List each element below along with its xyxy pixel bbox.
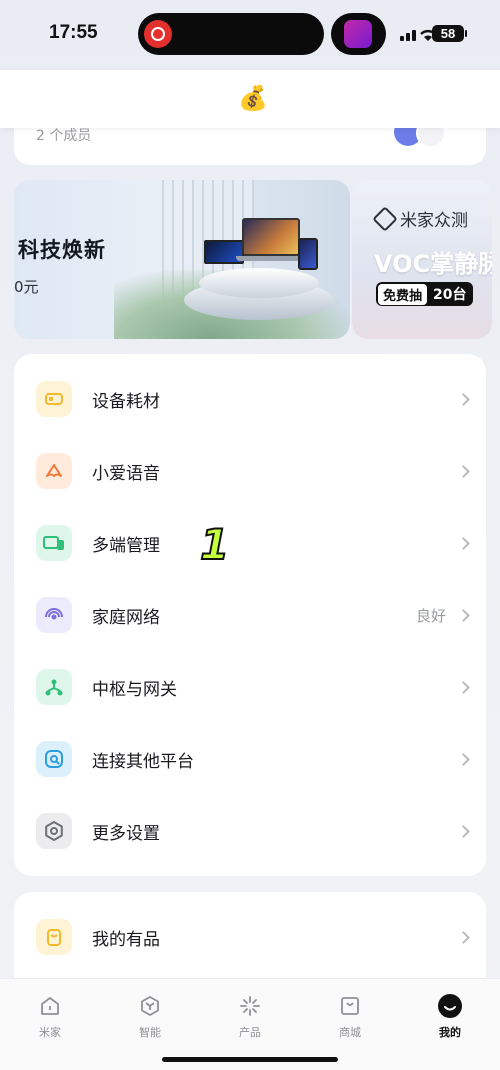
dynamic-island	[138, 13, 324, 55]
settings-row-hub-gateway[interactable]: 中枢与网关	[14, 651, 486, 723]
home-icon	[37, 993, 63, 1019]
family-member-count: 2 个成员	[36, 128, 92, 144]
settings-row-label: 我的有品	[92, 929, 160, 950]
tab-label: 产品	[239, 1026, 261, 1039]
settings-row-label: 更多设置	[92, 823, 160, 844]
settings-row-home-network[interactable]: 家庭网络 良好	[14, 579, 486, 651]
crowdtest-tag: 免费抽 20台	[376, 282, 473, 306]
top-header: 💰	[0, 70, 500, 128]
youpin-icon	[36, 919, 72, 955]
money-bag-icon[interactable]: 💰	[238, 84, 268, 112]
banner-title: 科技焕新	[18, 238, 106, 262]
chevron-right-icon	[457, 930, 470, 944]
settings-row-label: 设备耗材	[92, 391, 160, 412]
crowdtest-tag-count: 20台	[433, 287, 467, 303]
home-indicator[interactable]	[162, 1057, 338, 1062]
home-network-icon	[36, 597, 72, 633]
settings-row-youpin[interactable]: 我的有品	[14, 901, 486, 973]
laptop-image	[242, 218, 300, 256]
chevron-right-icon	[457, 464, 470, 478]
xiaoai-voice-icon	[36, 453, 72, 489]
connect-platform-icon	[36, 741, 72, 777]
battery-indicator: 58	[432, 25, 467, 42]
chevron-right-icon	[457, 536, 470, 550]
product-icon	[237, 993, 263, 1019]
settings-row-xiaoai[interactable]: 小爱语音	[14, 435, 486, 507]
network-status-value: 良好	[415, 606, 446, 625]
status-time: 17:55	[49, 22, 98, 43]
mijia-crowdtest-logo: 米家众测	[372, 205, 468, 232]
multi-device-icon	[36, 525, 72, 561]
status-bar: 17:55 58	[0, 0, 500, 70]
mall-icon	[337, 993, 363, 1019]
tab-label: 商城	[339, 1026, 361, 1039]
tab-label: 智能	[139, 1026, 161, 1039]
tab-mall[interactable]: 商城	[315, 993, 385, 1040]
crowdtest-logo-text: 米家众测	[400, 211, 468, 231]
promo-banner-tech-renew[interactable]: 科技焕新 0元	[14, 180, 350, 339]
chevron-right-icon	[457, 608, 470, 622]
mijia-logo-icon	[372, 205, 398, 232]
app-live-activity-icon	[344, 20, 372, 48]
more-settings-icon	[36, 813, 72, 849]
settings-row-more[interactable]: 更多设置	[14, 795, 486, 867]
laptop-base-image	[236, 256, 306, 261]
tab-product[interactable]: 产品	[215, 993, 285, 1040]
tab-profile[interactable]: 我的	[415, 993, 485, 1040]
crowdtest-title: VOC掌静脉	[374, 250, 492, 278]
settings-row-label: 中枢与网关	[92, 679, 177, 700]
banner-subtitle: 0元	[14, 278, 39, 296]
promo-banner-crowdtest[interactable]: 米家众测 VOC掌静脉 免费抽 20台	[352, 180, 492, 339]
settings-row-label: 小爱语音	[92, 463, 160, 484]
tab-label: 我的	[439, 1026, 461, 1039]
tablet-image	[298, 238, 318, 270]
overlay-number-mark: 1	[199, 519, 230, 570]
chevron-right-icon	[457, 824, 470, 838]
settings-row-label: 多端管理	[92, 535, 160, 556]
settings-row-consumables[interactable]: 设备耗材	[14, 363, 486, 435]
dynamic-island-app	[331, 13, 386, 55]
hub-gateway-icon	[36, 669, 72, 705]
banner-stage-top	[199, 268, 319, 298]
profile-icon	[437, 993, 463, 1019]
chevron-right-icon	[457, 752, 470, 766]
tab-label: 米家	[39, 1026, 61, 1039]
settings-row-connect-platform[interactable]: 连接其他平台	[14, 723, 486, 795]
settings-row-label: 连接其他平台	[92, 751, 194, 772]
crowdtest-tag-free: 免费抽	[378, 283, 428, 305]
chevron-right-icon	[457, 680, 470, 694]
tab-home[interactable]: 米家	[15, 993, 85, 1040]
consumables-icon	[36, 381, 72, 417]
netease-music-icon	[144, 20, 172, 48]
settings-row-multi-device[interactable]: 多端管理	[14, 507, 486, 579]
products-card: 我的有品	[14, 892, 486, 992]
tab-smart[interactable]: 智能	[115, 993, 185, 1040]
settings-row-label: 家庭网络	[92, 607, 160, 628]
settings-list-card: 设备耗材 小爱语音 多端管理 家庭网络 良好 中枢与网关 连接其他平台 更多设置	[14, 354, 486, 876]
chevron-right-icon	[457, 392, 470, 406]
smart-icon	[137, 993, 163, 1019]
